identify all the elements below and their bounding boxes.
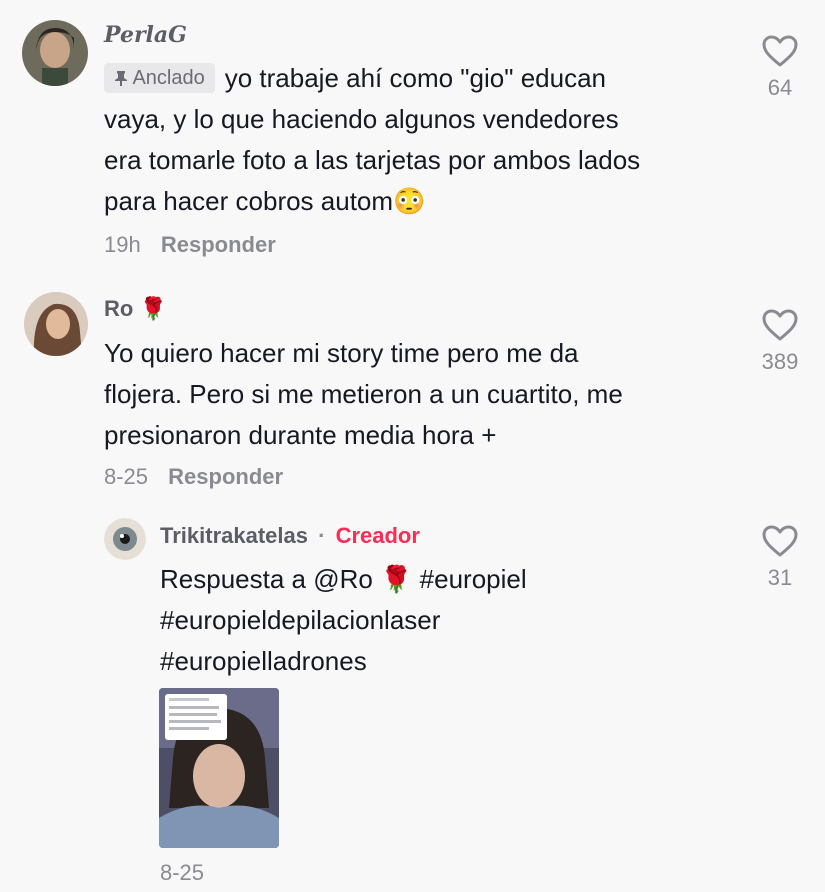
reply-text-line: #europielladrones [160, 646, 367, 676]
like-count: 389 [761, 349, 799, 374]
comment-text-line: vaya, y lo que haciendo algunos vendedor… [104, 104, 619, 134]
comment-username[interactable]: Ro 🌹 [104, 296, 167, 322]
reply-body: Respuesta a @Ro 🌹 #europiel #europieldep… [160, 559, 720, 682]
comment-text-line: Yo quiero hacer mi story time pero me da [104, 338, 579, 368]
comment-body: Anclado yo trabaje ahí como "gio" educan… [104, 58, 724, 222]
avatar[interactable] [104, 518, 146, 560]
avatar[interactable] [22, 20, 88, 86]
reply-username[interactable]: Trikitrakatelas [160, 523, 308, 548]
comment-text-line: para hacer cobros autom😳 [104, 186, 426, 216]
avatar[interactable] [24, 292, 88, 356]
comment-meta: 19h Responder [104, 232, 276, 258]
comment-meta: 8-25 Responder [104, 464, 283, 490]
comment-username[interactable]: PerlaG [104, 22, 187, 48]
like-count: 64 [767, 75, 793, 100]
creator-badge: Creador [335, 523, 420, 548]
reply-button[interactable]: Responder [168, 464, 283, 489]
like-count: 31 [767, 565, 793, 590]
pin-icon [114, 67, 132, 89]
comment-text-line: era tomarle foto a las tarjetas por ambo… [104, 145, 641, 175]
video-thumbnail[interactable] [159, 688, 279, 848]
heart-outline-icon [761, 309, 799, 346]
reply-button[interactable]: Responder [161, 232, 276, 257]
comment-text-line: flojera. Pero si me metieron a un cuarti… [104, 379, 623, 409]
comment-text-line: presionaron durante media hora + [104, 420, 497, 450]
timestamp: 8-25 [104, 464, 149, 489]
comment-body: Yo quiero hacer mi story time pero me da… [104, 333, 724, 456]
comment-text-line: yo trabaje ahí como "gio" educan [224, 63, 606, 93]
pinned-badge: Anclado [104, 63, 215, 93]
reply-text-line: #europieldepilacionlaser [160, 605, 441, 635]
like-button[interactable]: 389 [750, 308, 810, 375]
heart-outline-icon [761, 35, 799, 72]
reply-text-line: Respuesta a @Ro 🌹 #europiel [160, 564, 527, 594]
like-button[interactable]: 31 [750, 524, 810, 591]
like-button[interactable]: 64 [750, 34, 810, 101]
reply-timestamp: 8-25 [160, 860, 205, 885]
separator: · [318, 523, 326, 548]
pinned-label: Anclado [132, 67, 205, 89]
heart-outline-icon [761, 525, 799, 562]
timestamp: 19h [104, 232, 141, 257]
reply-username-row: Trikitrakatelas · Creador [160, 523, 420, 549]
